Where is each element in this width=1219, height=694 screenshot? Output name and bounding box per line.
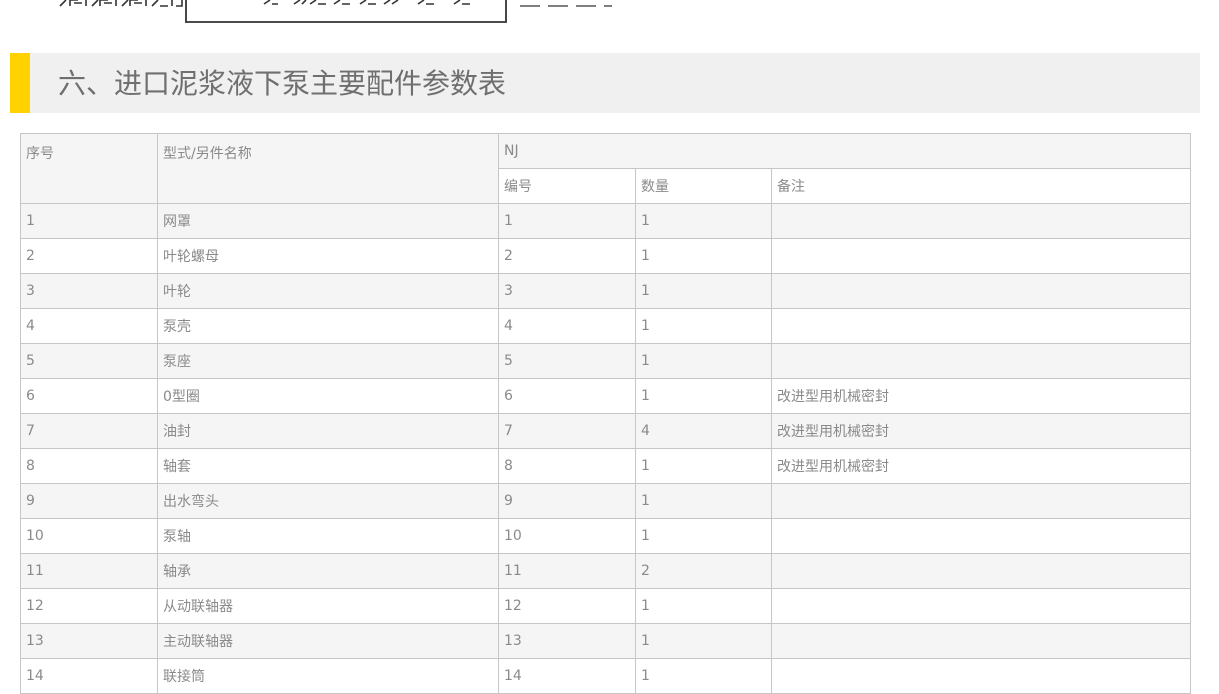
parts-table: 序号 型式/另件名称 NJ 编号 数量 备注 1 网罩 1 1 2 叶轮螺母 2 1 3 叶轮 3 1… (20, 133, 1192, 694)
cell-note (770, 203, 1192, 239)
cell-part-name: 泵壳 (157, 308, 499, 344)
cell-part-name: 轴套 (157, 448, 499, 484)
parts-table-container: 序号 型式/另件名称 NJ 编号 数量 备注 1 网罩 1 1 2 叶轮螺母 2 1 3 叶轮 3 1… (20, 133, 1192, 694)
cell-code: 4 (498, 308, 636, 344)
cell-quantity: 1 (635, 588, 772, 624)
parts-table-body: 序号 型式/另件名称 NJ 编号 数量 备注 1 网罩 1 1 2 叶轮螺母 2 1 3 叶轮 3 1… (20, 133, 1192, 694)
cell-code: 5 (498, 343, 636, 379)
cell-note (770, 273, 1192, 309)
cell-quantity: 1 (635, 203, 772, 239)
table-row: 1 网罩 1 1 (20, 203, 1192, 239)
cell-code: 13 (498, 623, 636, 659)
cell-code: 2 (498, 238, 636, 274)
cell-part-name: 从动联轴器 (157, 588, 499, 624)
cell-seq: 5 (20, 343, 158, 379)
cell-note (770, 553, 1192, 589)
cell-part-name: 0型圈 (157, 378, 499, 414)
table-row: 6 0型圈 6 1 改进型用机械密封 (20, 378, 1192, 414)
section-title: 六、进口泥浆液下泵主要配件参数表 (58, 67, 507, 100)
cell-part-name: 网罩 (157, 203, 499, 239)
cell-code: 3 (498, 273, 636, 309)
table-row: 7 油封 7 4 改进型用机械密封 (20, 413, 1192, 449)
cell-note: 改进型用机械密封 (770, 413, 1192, 449)
cell-part-name: 泵座 (157, 343, 499, 379)
header-seq: 序号 (20, 133, 158, 204)
cell-note (770, 588, 1192, 624)
cell-part-name: 油封 (157, 413, 499, 449)
table-row: 11 轴承 11 2 (20, 553, 1192, 589)
cell-code: 8 (498, 448, 636, 484)
cell-quantity: 1 (635, 238, 772, 274)
table-row: 4 泵壳 4 1 (20, 308, 1192, 344)
cell-quantity: 1 (635, 658, 772, 694)
cell-part-name: 泵轴 (157, 518, 499, 554)
cell-part-name: 出水弯头 (157, 483, 499, 519)
cell-quantity: 1 (635, 518, 772, 554)
cell-quantity: 1 (635, 623, 772, 659)
header-model-group: NJ (497, 133, 1192, 169)
cell-note: 改进型用机械密封 (770, 378, 1192, 414)
cell-seq: 6 (20, 378, 158, 414)
table-row: 8 轴套 8 1 改进型用机械密封 (20, 448, 1192, 484)
cell-seq: 3 (20, 273, 158, 309)
cell-seq: 1 (20, 203, 158, 239)
cell-note (770, 308, 1192, 344)
cell-note: 改进型用机械密封 (770, 448, 1192, 484)
header-note: 备注 (770, 168, 1192, 204)
cell-note (770, 343, 1192, 379)
cell-part-name: 叶轮 (157, 273, 499, 309)
table-row: 9 出水弯头 9 1 (20, 483, 1192, 519)
cell-note (770, 623, 1192, 659)
cell-seq: 14 (20, 658, 158, 694)
cell-note (770, 483, 1192, 519)
cell-part-name: 联接筒 (157, 658, 499, 694)
cell-part-name: 轴承 (157, 553, 499, 589)
cell-seq: 13 (20, 623, 158, 659)
cell-seq: 7 (20, 413, 158, 449)
cell-code: 6 (498, 378, 636, 414)
table-row: 13 主动联轴器 13 1 (20, 623, 1192, 659)
header-quantity: 数量 (635, 168, 772, 204)
cell-quantity: 1 (635, 378, 772, 414)
cell-note (770, 238, 1192, 274)
cell-quantity: 1 (635, 483, 772, 519)
cell-seq: 8 (20, 448, 158, 484)
cell-code: 1 (498, 203, 636, 239)
cell-quantity: 1 (635, 308, 772, 344)
cell-quantity: 2 (635, 553, 772, 589)
cell-quantity: 1 (635, 273, 772, 309)
table-row: 5 泵座 5 1 (20, 343, 1192, 379)
cell-seq: 2 (20, 238, 158, 274)
cell-code: 7 (498, 413, 636, 449)
header-part-name: 型式/另件名称 (157, 133, 499, 204)
table-row: 14 联接筒 14 1 (20, 658, 1192, 694)
table-row: 2 叶轮螺母 2 1 (20, 238, 1192, 274)
table-header-row: 序号 型式/另件名称 NJ (20, 133, 1192, 204)
cell-seq: 12 (20, 588, 158, 624)
cell-part-name: 叶轮螺母 (157, 238, 499, 274)
cell-seq: 10 (20, 518, 158, 554)
cell-note (770, 658, 1192, 694)
table-row: 10 泵轴 10 1 (20, 518, 1192, 554)
table-row: 12 从动联轴器 12 1 (20, 588, 1192, 624)
pump-drawing-fragment (59, 0, 612, 23)
header-code: 编号 (498, 168, 636, 204)
cell-seq: 11 (20, 553, 158, 589)
cell-code: 9 (498, 483, 636, 519)
cell-code: 14 (498, 658, 636, 694)
cell-part-name: 主动联轴器 (157, 623, 499, 659)
cell-code: 10 (498, 518, 636, 554)
cell-seq: 9 (20, 483, 158, 519)
section-header: 六、进口泥浆液下泵主要配件参数表 (10, 53, 1200, 113)
cell-quantity: 4 (635, 413, 772, 449)
cell-quantity: 1 (635, 448, 772, 484)
cell-code: 12 (498, 588, 636, 624)
cell-code: 11 (498, 553, 636, 589)
cell-note (770, 518, 1192, 554)
cell-seq: 4 (20, 308, 158, 344)
section-accent-bar (10, 53, 30, 113)
table-row: 3 叶轮 3 1 (20, 273, 1192, 309)
cell-quantity: 1 (635, 343, 772, 379)
